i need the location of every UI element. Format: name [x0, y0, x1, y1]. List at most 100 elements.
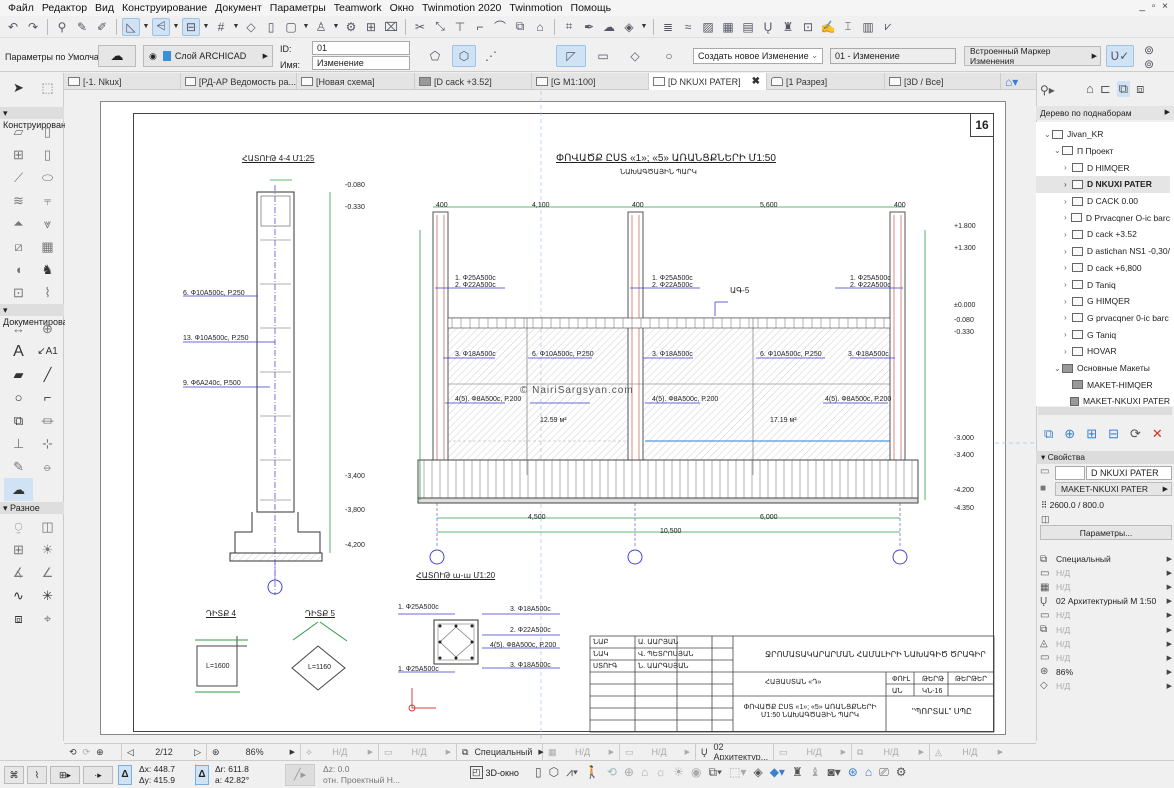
snap-mesh-icon[interactable]: ⌇ — [27, 766, 47, 784]
delete-icon[interactable]: ✕ — [1152, 426, 1163, 442]
navigator-tree-item[interactable]: ⌄ П Проект — [1036, 143, 1170, 160]
navigator-tree-item[interactable]: › D CACK 0.00 — [1036, 193, 1170, 210]
chevron-right-icon[interactable]: › — [1064, 230, 1072, 239]
navigator-tree-item[interactable]: › D cack +3.52 — [1036, 226, 1170, 243]
navigator-tree-item[interactable]: › D HIMQER — [1036, 159, 1170, 176]
parallel-view-icon[interactable]: ▯ — [535, 765, 542, 780]
navigator-popup-icon[interactable]: ⚲▸ — [1040, 83, 1055, 97]
delta-toggle-icon[interactable]: Δ — [118, 765, 132, 785]
home-view-icon[interactable]: ⌂ — [641, 765, 648, 780]
chevron-right-icon[interactable]: › — [1064, 247, 1072, 256]
navigator-tree-item[interactable]: ⌄ Jivan_KR — [1036, 126, 1170, 143]
chevron-right-icon[interactable]: › — [1064, 163, 1072, 172]
walk-icon[interactable]: 🚶 — [585, 765, 600, 780]
snap-settings-icon[interactable]: ·▸ — [83, 766, 113, 784]
property-row[interactable]: ▦ Н/Д ▶ — [1040, 580, 1172, 594]
layer-combination[interactable]: ⧉ Специальный ▶ — [457, 743, 544, 761]
property-row[interactable]: ◬ Н/Д ▶ — [1040, 637, 1172, 651]
zoom-back-icon[interactable]: ⟲ — [69, 747, 77, 758]
new-master-icon[interactable]: ⊕ — [1064, 426, 1075, 442]
reference-level[interactable]: отн. Проектный Н... — [323, 775, 400, 785]
3d-window-button[interactable]: ◰ 3D-окно — [470, 766, 519, 779]
master-layout-select[interactable]: MAKET-NKUXI PATER ▶ — [1055, 482, 1172, 496]
renovation-filter[interactable]: ◬ Н/Д ▶ — [930, 744, 1008, 761]
navigator-tree-item[interactable]: › D astichan NS1 -0,30/ — [1036, 243, 1170, 260]
chevron-right-icon[interactable]: › — [1064, 263, 1072, 272]
navigator-tree-item[interactable]: › G HIMQER — [1036, 293, 1170, 310]
material-icon[interactable]: ◆▾ — [770, 765, 785, 780]
chevron-right-icon[interactable]: › — [1064, 180, 1072, 189]
eye-icon[interactable]: ◉ — [691, 765, 701, 780]
section-box-icon[interactable]: ⊕ — [624, 765, 634, 780]
navigator-tree-item[interactable]: › G prvacqner 0-ic barc — [1036, 310, 1170, 327]
camera-icon[interactable]: ◙▾ — [828, 765, 841, 780]
chevron-right-icon[interactable]: › — [1064, 197, 1072, 206]
new-layout-icon[interactable]: ⧉ — [1044, 426, 1053, 442]
navigator-tree-item[interactable]: MAKET-HIMQER — [1036, 377, 1170, 394]
zoom-in-icon[interactable]: ⊕ — [96, 747, 104, 758]
grid-snap-icon[interactable]: ⊞▸ — [50, 766, 80, 784]
navigator-tree-item[interactable]: › D Prvacqner O-ic barc — [1036, 210, 1170, 227]
navigator-tree-item[interactable]: › D NKUXI PATER — [1036, 176, 1170, 193]
property-row[interactable]: ▭ Н/Д ▶ — [1040, 566, 1172, 580]
chevron-down-icon[interactable]: ⌄ — [1054, 146, 1062, 155]
prev-page-icon[interactable]: ◁ — [127, 747, 134, 758]
brush-icon[interactable]: ♜ — [792, 765, 803, 780]
paint-icon[interactable]: ♝ — [810, 765, 821, 780]
dimension-style[interactable]: ▭ Н/Д ▶ — [774, 743, 852, 761]
render-icon[interactable]: ⊛ — [848, 765, 858, 780]
publisher-icon[interactable]: ⧈ — [1136, 81, 1144, 97]
navigator-tree-item[interactable]: › D Taniq — [1036, 276, 1170, 293]
property-row[interactable]: ⧉ Специальный ▶ — [1040, 552, 1172, 566]
navigator-tree-item[interactable]: ⌄ Основные Макеты — [1036, 360, 1170, 377]
model-view[interactable]: ▭ Н/Д ▶ — [620, 743, 696, 761]
project-map-icon[interactable]: ⌂ — [1086, 81, 1094, 97]
snap-point-icon[interactable]: ⌘ — [4, 766, 24, 784]
chevron-right-icon[interactable]: › — [1064, 330, 1072, 339]
properties-header[interactable]: ▾ Свойства — [1036, 451, 1174, 464]
navigator-tree-item[interactable]: › HOVAR — [1036, 343, 1170, 360]
polar-toggle-icon[interactable]: Δ — [195, 765, 209, 785]
scale-selector[interactable]: Ų 02 Архитектур... — [696, 742, 774, 762]
chevron-right-icon[interactable]: › — [1064, 347, 1072, 356]
chevron-right-icon[interactable]: › — [1064, 280, 1072, 289]
pen-set[interactable]: ▦ Н/Д ▶ — [543, 743, 620, 761]
new-folder-icon[interactable]: ⊟ — [1108, 426, 1119, 442]
sun-icon[interactable]: ☀ — [673, 765, 684, 780]
zoom-forward-icon[interactable]: ⟳ — [83, 747, 91, 758]
zoom-level[interactable]: ⊛ 86% ▶ — [207, 743, 301, 761]
override-style[interactable]: ⧉ Н/Д ▶ — [852, 743, 930, 761]
chevron-down-icon[interactable]: ⌄ — [1054, 364, 1062, 373]
filter-icon[interactable]: ◈ — [753, 765, 762, 780]
orbit-icon[interactable]: ⩘▾ — [566, 765, 578, 780]
layout-id-field[interactable] — [1055, 466, 1085, 480]
perspective-view-icon[interactable]: ⬡ — [549, 765, 559, 780]
3d-cutaway-icon[interactable]: ⬚▾ — [729, 765, 746, 780]
video-camera-icon[interactable]: ⎚ — [879, 765, 889, 780]
view-map-icon[interactable]: ⊏ — [1100, 81, 1111, 97]
chevron-right-icon[interactable]: › — [1064, 213, 1071, 222]
chevron-right-icon[interactable]: › — [1064, 297, 1072, 306]
view-structure[interactable]: ▭ Н/Д ▶ — [379, 743, 457, 761]
update-icon[interactable]: ⟳ — [1130, 426, 1141, 442]
new-subset-icon[interactable]: ⊞ — [1086, 426, 1097, 442]
property-row[interactable]: ◇ Н/Д ▶ — [1040, 679, 1172, 693]
3d-style-icon[interactable]: ⧉▾ — [708, 765, 722, 780]
navigator-tree-item[interactable]: › D cack +6,800 — [1036, 260, 1170, 277]
3d-house-icon[interactable]: ⌂ — [865, 765, 872, 780]
chevron-right-icon[interactable]: › — [1064, 313, 1072, 322]
view-rotation[interactable]: ⟡ Н/Д ▶ — [301, 743, 379, 761]
parameters-button[interactable]: Параметры... — [1040, 525, 1172, 540]
property-row[interactable]: ⊛ 86% ▶ — [1040, 665, 1172, 679]
property-row[interactable]: ⧉ Н/Д ▶ — [1040, 623, 1172, 637]
chevron-down-icon[interactable]: ⌄ — [1044, 130, 1052, 139]
next-page-icon[interactable]: ▷ — [194, 747, 201, 758]
explore-icon[interactable]: ⟲ — [607, 765, 617, 780]
layout-name-field[interactable]: D NKUXI PATER — [1086, 466, 1172, 480]
navigator-mode-select[interactable]: Дерево по поднаборам ▶ — [1036, 106, 1174, 120]
navigator-tree-item[interactable]: › G Taniq — [1036, 326, 1170, 343]
settings-icon[interactable]: ⚙ — [896, 765, 907, 780]
property-row[interactable]: ▭ Н/Д ▶ — [1040, 651, 1172, 665]
layout-book-icon[interactable]: ⧉ — [1116, 81, 1131, 97]
tree-horizontal-scrollbar[interactable] — [1038, 407, 1172, 415]
